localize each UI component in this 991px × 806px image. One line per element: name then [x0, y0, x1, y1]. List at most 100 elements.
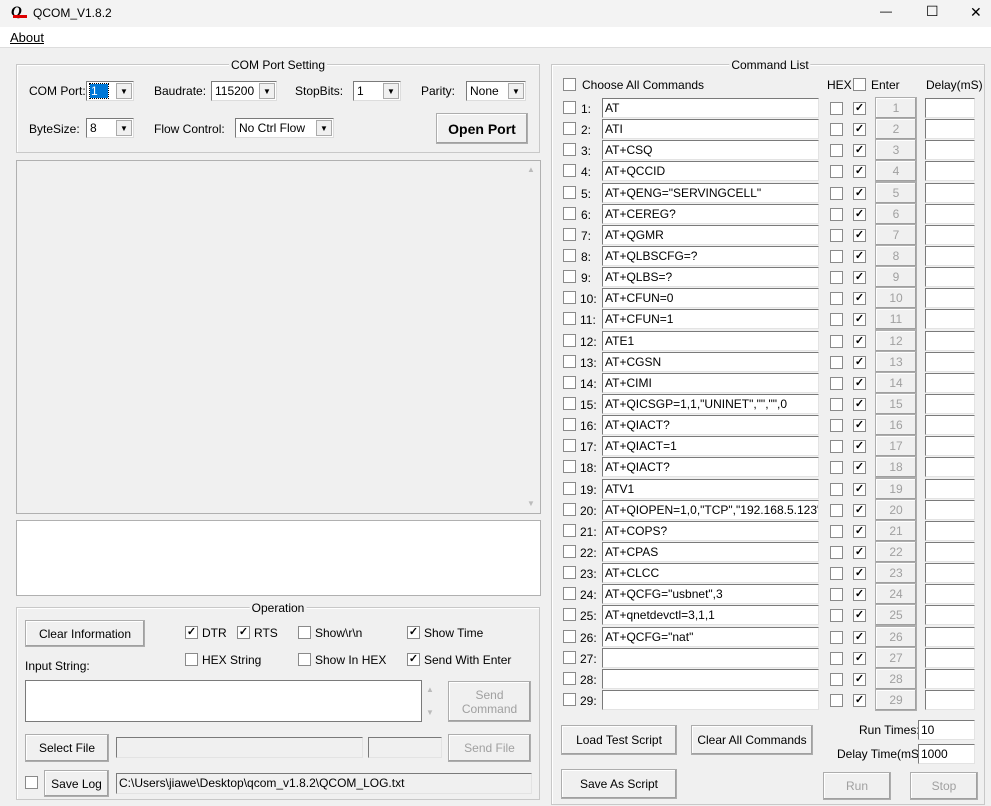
- output-scrollbar[interactable]: ▲ ▼: [523, 161, 540, 513]
- command-send-button[interactable]: 3: [875, 139, 917, 161]
- command-select-checkbox[interactable]: [563, 355, 576, 368]
- command-select-checkbox[interactable]: [563, 249, 576, 262]
- command-send-button[interactable]: 7: [875, 224, 917, 246]
- command-select-checkbox[interactable]: [563, 693, 576, 706]
- command-hex-checkbox[interactable]: [830, 377, 843, 390]
- command-select-checkbox[interactable]: [563, 482, 576, 495]
- command-input[interactable]: AT+CSQ: [602, 140, 819, 160]
- command-enter-checkbox[interactable]: ✓: [853, 567, 866, 580]
- command-input[interactable]: AT+QCFG="nat": [602, 627, 819, 647]
- command-delay-input[interactable]: [925, 690, 975, 710]
- close-button[interactable]: ✕: [970, 4, 982, 21]
- command-enter-checkbox[interactable]: ✓: [853, 377, 866, 390]
- command-input[interactable]: AT+QCCID: [602, 161, 819, 181]
- command-hex-checkbox[interactable]: [830, 440, 843, 453]
- command-input[interactable]: [602, 648, 819, 668]
- command-delay-input[interactable]: [925, 161, 975, 181]
- command-select-checkbox[interactable]: [563, 312, 576, 325]
- command-hex-checkbox[interactable]: [830, 398, 843, 411]
- enter-all-checkbox[interactable]: [853, 78, 866, 91]
- command-send-button[interactable]: 27: [875, 647, 917, 669]
- command-enter-checkbox[interactable]: ✓: [853, 504, 866, 517]
- minimize-button[interactable]: —: [880, 4, 892, 18]
- command-input[interactable]: AT+QLBSCFG=?: [602, 246, 819, 266]
- command-select-checkbox[interactable]: [563, 291, 576, 304]
- flow-control-select[interactable]: No Ctrl Flow ▼: [235, 118, 334, 138]
- command-hex-checkbox[interactable]: [830, 567, 843, 580]
- command-send-button[interactable]: 21: [875, 520, 917, 542]
- command-enter-checkbox[interactable]: ✓: [853, 652, 866, 665]
- command-hex-checkbox[interactable]: [830, 123, 843, 136]
- send-file-button[interactable]: Send File: [448, 734, 531, 762]
- command-input[interactable]: AT+QCFG="usbnet",3: [602, 584, 819, 604]
- command-input[interactable]: AT+QIOPEN=1,0,"TCP","192.168.5.123",77: [602, 500, 819, 520]
- command-enter-checkbox[interactable]: ✓: [853, 419, 866, 432]
- command-send-button[interactable]: 9: [875, 266, 917, 288]
- command-input[interactable]: ATE1: [602, 331, 819, 351]
- command-input[interactable]: AT+CFUN=1: [602, 309, 819, 329]
- file-path-field[interactable]: [116, 737, 363, 758]
- command-enter-checkbox[interactable]: ✓: [853, 313, 866, 326]
- command-select-checkbox[interactable]: [563, 228, 576, 241]
- command-send-button[interactable]: 12: [875, 330, 917, 352]
- run-button[interactable]: Run: [823, 772, 891, 800]
- command-hex-checkbox[interactable]: [830, 208, 843, 221]
- command-input[interactable]: AT+CGSN: [602, 352, 819, 372]
- command-delay-input[interactable]: [925, 267, 975, 287]
- command-delay-input[interactable]: [925, 542, 975, 562]
- command-send-button[interactable]: 10: [875, 287, 917, 309]
- command-hex-checkbox[interactable]: [830, 335, 843, 348]
- command-hex-checkbox[interactable]: [830, 187, 843, 200]
- command-enter-checkbox[interactable]: ✓: [853, 250, 866, 263]
- command-delay-input[interactable]: [925, 140, 975, 160]
- maximize-button[interactable]: ☐: [926, 3, 939, 20]
- command-send-button[interactable]: 11: [875, 308, 917, 330]
- command-enter-checkbox[interactable]: ✓: [853, 461, 866, 474]
- command-select-checkbox[interactable]: [563, 524, 576, 537]
- command-select-checkbox[interactable]: [563, 164, 576, 177]
- command-enter-checkbox[interactable]: ✓: [853, 292, 866, 305]
- command-delay-input[interactable]: [925, 352, 975, 372]
- save-as-script-button[interactable]: Save As Script: [561, 769, 677, 799]
- command-input[interactable]: ATI: [602, 119, 819, 139]
- command-send-button[interactable]: 26: [875, 626, 917, 648]
- show-time-checkbox[interactable]: ✓: [407, 626, 420, 639]
- command-delay-input[interactable]: [925, 119, 975, 139]
- file-size-field[interactable]: [368, 737, 442, 758]
- command-delay-input[interactable]: [925, 246, 975, 266]
- save-log-button[interactable]: Save Log: [44, 770, 109, 797]
- command-enter-checkbox[interactable]: ✓: [853, 187, 866, 200]
- command-input[interactable]: AT+CLCC: [602, 563, 819, 583]
- delay-time-field[interactable]: 1000: [918, 744, 975, 764]
- show-rn-checkbox[interactable]: [298, 626, 311, 639]
- command-send-button[interactable]: 25: [875, 604, 917, 626]
- command-select-checkbox[interactable]: [563, 418, 576, 431]
- clear-information-button[interactable]: Clear Information: [25, 620, 145, 647]
- command-input[interactable]: AT+qnetdevctl=3,1,1: [602, 605, 819, 625]
- menu-about[interactable]: About: [10, 30, 44, 45]
- command-input[interactable]: AT+CPAS: [602, 542, 819, 562]
- command-delay-input[interactable]: [925, 521, 975, 541]
- command-select-checkbox[interactable]: [563, 186, 576, 199]
- send-command-button[interactable]: Send Command: [448, 681, 531, 722]
- run-times-field[interactable]: 10: [918, 720, 975, 740]
- command-input[interactable]: AT+QLBS=?: [602, 267, 819, 287]
- command-enter-checkbox[interactable]: ✓: [853, 123, 866, 136]
- command-select-checkbox[interactable]: [563, 566, 576, 579]
- command-delay-input[interactable]: [925, 394, 975, 414]
- command-select-checkbox[interactable]: [563, 122, 576, 135]
- command-delay-input[interactable]: [925, 436, 975, 456]
- command-hex-checkbox[interactable]: [830, 165, 843, 178]
- command-hex-checkbox[interactable]: [830, 229, 843, 242]
- rts-checkbox[interactable]: ✓: [237, 626, 250, 639]
- load-test-script-button[interactable]: Load Test Script: [561, 725, 677, 755]
- command-delay-input[interactable]: [925, 457, 975, 477]
- command-input[interactable]: AT+QIACT?: [602, 415, 819, 435]
- command-input[interactable]: AT+QGMR: [602, 225, 819, 245]
- command-send-button[interactable]: 5: [875, 182, 917, 204]
- command-select-checkbox[interactable]: [563, 503, 576, 516]
- command-hex-checkbox[interactable]: [830, 144, 843, 157]
- command-hex-checkbox[interactable]: [830, 525, 843, 538]
- command-input[interactable]: AT+CFUN=0: [602, 288, 819, 308]
- command-enter-checkbox[interactable]: ✓: [853, 588, 866, 601]
